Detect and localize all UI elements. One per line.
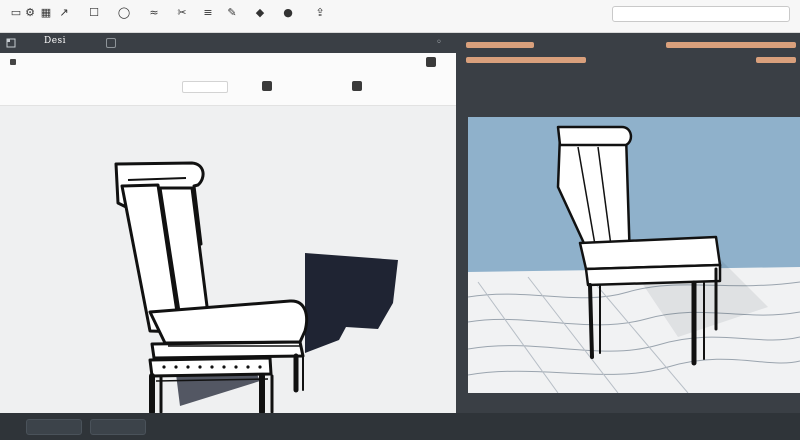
toggle-swatch[interactable] [352, 81, 362, 91]
layers-icon[interactable]: ≡ [202, 7, 214, 19]
scissors-icon[interactable]: ✂ [176, 7, 188, 19]
properties-row [0, 57, 456, 75]
close-icon[interactable]: ◦ [436, 37, 448, 49]
square-icon[interactable]: ▭ [10, 7, 22, 19]
accent-bar [756, 57, 796, 63]
pen-icon[interactable]: ✎ [226, 7, 238, 19]
shape-icon[interactable]: ◆ [254, 7, 266, 19]
editor-panel: Desi ◦ [0, 33, 456, 413]
prop-label [10, 57, 20, 67]
status-pill[interactable] [90, 419, 146, 435]
chair-drawing [114, 161, 398, 413]
dot-icon[interactable]: ● [282, 7, 294, 19]
wave-icon[interactable]: ≈ [148, 7, 160, 19]
properties-bar [0, 53, 456, 106]
preview-panel [456, 33, 800, 413]
editor-header: Desi ◦ [0, 33, 456, 53]
accent-bar [466, 42, 534, 48]
chair-render [468, 125, 800, 393]
design-canvas[interactable] [0, 106, 456, 413]
3d-viewport[interactable] [468, 117, 800, 393]
search-input[interactable] [612, 6, 790, 22]
status-pill[interactable] [26, 419, 82, 435]
top-toolbar: ▭ ⚙ ▦ ↗ ☐ ◯ ≈ ✂ ≡ ✎ ◆ ● ⇪ [0, 0, 800, 33]
toggle-swatch[interactable] [262, 81, 272, 91]
status-bar [0, 413, 800, 440]
accent-bar [666, 42, 796, 48]
panel-toggle[interactable] [106, 38, 116, 48]
chat-icon[interactable]: ☐ [88, 7, 100, 19]
arrow-icon[interactable]: ↗ [58, 7, 70, 19]
properties-row [0, 81, 456, 99]
share-icon[interactable]: ⇪ [314, 7, 326, 19]
prop-icon [10, 58, 16, 65]
color-swatch[interactable] [426, 57, 436, 67]
gear-icon[interactable]: ⚙ [24, 7, 36, 19]
accent-bar [466, 57, 586, 63]
document-icon[interactable] [6, 38, 16, 48]
grid-icon[interactable]: ▦ [40, 7, 52, 19]
document-title: Desi [44, 36, 67, 46]
value-field[interactable] [182, 81, 228, 93]
app-window: ▭ ⚙ ▦ ↗ ☐ ◯ ≈ ✂ ≡ ✎ ◆ ● ⇪ Desi ◦ [0, 0, 800, 440]
circle-icon[interactable]: ◯ [118, 7, 130, 19]
